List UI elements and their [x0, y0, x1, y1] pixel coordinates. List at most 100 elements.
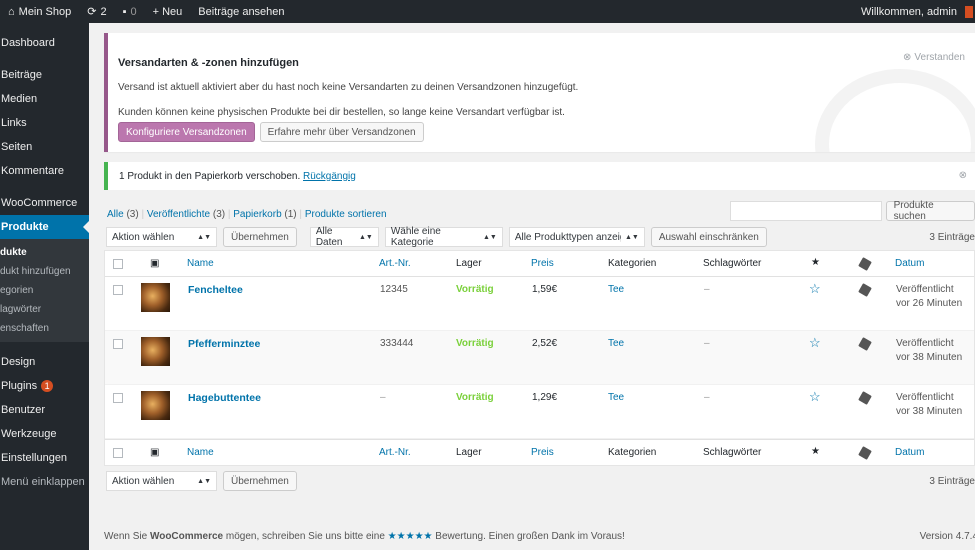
menu-collapse[interactable]: Menü einklappen: [0, 470, 89, 494]
view-all[interactable]: Alle: [107, 209, 124, 220]
submenu-all-products[interactable]: dukte: [0, 243, 89, 262]
category-link[interactable]: Tee: [608, 284, 624, 295]
close-icon[interactable]: ⊗: [959, 170, 967, 181]
rating-stars-link[interactable]: ★★★★★: [388, 531, 433, 542]
filter-button[interactable]: Auswahl einschränken: [650, 227, 767, 247]
bulk-action-select-bottom[interactable]: Aktion wählen ▲▼: [106, 471, 217, 491]
version-text: Version 4.7.4: [919, 531, 975, 542]
new-menu[interactable]: + Neu: [145, 0, 191, 23]
row-checkbox[interactable]: [113, 285, 123, 295]
admin-bar: ⌂ Mein Shop ⟳ 2 ▪ 0 + Neu Beiträge anseh…: [0, 0, 975, 23]
product-type-select[interactable]: Alle Produkttypen anzeigen▲▼: [508, 227, 645, 247]
product-name-link[interactable]: Hagebuttentee: [188, 392, 261, 404]
chevron-updown-icon: ▲▼: [197, 233, 211, 241]
menu-pages[interactable]: Seiten: [0, 135, 89, 159]
woocommerce-watermark-icon: [815, 69, 975, 152]
separator: |: [141, 209, 145, 220]
comments-menu[interactable]: ▪ 0: [115, 0, 145, 23]
menu-woocommerce[interactable]: WooCommerce: [0, 191, 89, 215]
table-header: ▣ Name Art.-Nr. Lager Preis Kategorien S…: [105, 251, 974, 277]
search-input[interactable]: [730, 201, 882, 221]
menu-links[interactable]: Links: [0, 111, 89, 135]
featured-column-icon[interactable]: ★: [811, 446, 820, 457]
menu-posts[interactable]: Beiträge: [0, 63, 89, 87]
bulk-action-select[interactable]: Aktion wählen ▲▼: [106, 227, 217, 247]
select-all-checkbox[interactable]: [113, 259, 123, 269]
column-sku[interactable]: Art.-Nr.: [379, 258, 411, 269]
column-date[interactable]: Datum: [895, 447, 924, 458]
view-trash[interactable]: Papierkorb: [233, 209, 281, 220]
category-link[interactable]: Tee: [608, 392, 624, 403]
product-thumbnail[interactable]: [141, 337, 170, 366]
submenu-add-product[interactable]: dukt hinzufügen: [0, 262, 89, 281]
product-status: Veröffentlicht: [896, 284, 954, 295]
row-checkbox[interactable]: [113, 393, 123, 403]
account-menu[interactable]: Willkommen, admin: [853, 0, 975, 23]
apply-bulk-button-bottom[interactable]: Übernehmen: [223, 471, 297, 491]
dismiss-link[interactable]: ⊗ Verstanden: [903, 52, 965, 63]
featured-star-icon[interactable]: ☆: [809, 281, 821, 297]
product-ago: vor 38 Minuten: [896, 352, 963, 363]
updates-menu[interactable]: ⟳ 2: [79, 0, 114, 23]
comment-icon: ▪: [122, 5, 127, 18]
product-date: Veröffentlicht vor 38 Minuten: [896, 391, 962, 419]
menu-design[interactable]: Design: [0, 350, 89, 374]
category-filter-select[interactable]: Wähle eine Kategorie ▲▼: [384, 226, 503, 248]
site-menu[interactable]: ⌂ Mein Shop: [0, 0, 79, 23]
learn-shipping-button[interactable]: Erfahre mehr über Versandzonen: [259, 122, 424, 142]
view-published[interactable]: Veröffentlichte: [147, 209, 210, 220]
menu-products[interactable]: Produkte: [0, 215, 89, 239]
view-posts-link[interactable]: Beiträge ansehen: [190, 0, 292, 23]
apply-bulk-button[interactable]: Übernehmen: [223, 227, 297, 247]
menu-plugins-label: Plugins: [1, 380, 38, 392]
product-name-link[interactable]: Fencheltee: [188, 284, 243, 296]
submenu-categories[interactable]: egorien: [0, 281, 89, 300]
product-type-column-icon: [858, 257, 872, 271]
menu-tools[interactable]: Werkzeuge: [0, 422, 89, 446]
select-all-checkbox[interactable]: [113, 448, 123, 458]
column-date[interactable]: Datum: [895, 258, 924, 269]
date-filter-select[interactable]: Alle Daten ▲▼: [309, 226, 379, 248]
submenu-tags[interactable]: lagwörter: [0, 300, 89, 319]
view-filters: Alle (3) | Veröffentlichte (3) | Papierk…: [107, 209, 387, 220]
menu-comments[interactable]: Kommentare: [0, 159, 89, 183]
menu-users[interactable]: Benutzer: [0, 398, 89, 422]
category-link[interactable]: Tee: [608, 338, 624, 349]
footer-brand: WooCommerce: [149, 531, 224, 542]
submenu-attributes[interactable]: enschaften: [0, 319, 89, 338]
product-price: 2,52€: [532, 338, 558, 349]
product-tags: –: [704, 392, 710, 403]
menu-media[interactable]: Medien: [0, 87, 89, 111]
undo-link[interactable]: Rückgängig: [303, 171, 356, 182]
table-row: Fencheltee 12345 Vorrätig 1,59€ Tee – ☆ …: [105, 277, 974, 331]
product-sku: 12345: [380, 284, 408, 295]
configure-shipping-button[interactable]: Konfiguriere Versandzonen: [118, 122, 255, 142]
featured-star-icon[interactable]: ☆: [809, 389, 821, 405]
product-name-link[interactable]: Pfefferminztee: [188, 338, 260, 350]
admin-footer: Wenn Sie WooCommerce mögen, schreiben Si…: [104, 531, 975, 542]
plugins-update-badge: 1: [41, 380, 54, 392]
column-stock: Lager: [456, 258, 482, 269]
column-price[interactable]: Preis: [531, 258, 554, 269]
featured-column-icon[interactable]: ★: [811, 257, 820, 268]
product-tags: –: [704, 338, 710, 349]
column-price[interactable]: Preis: [531, 447, 554, 458]
featured-star-icon[interactable]: ☆: [809, 335, 821, 351]
updates-count: 2: [100, 5, 107, 18]
menu-settings[interactable]: Einstellungen: [0, 446, 89, 470]
search-products-button[interactable]: Produkte suchen: [885, 200, 975, 222]
shipping-notice-line2: Kunden können keine physischen Produkte …: [118, 107, 565, 118]
stock-status: Vorrätig: [456, 392, 494, 403]
tablenav-top: Aktion wählen ▲▼ Übernehmen Alle Daten ▲▼ …: [106, 226, 767, 248]
product-thumbnail[interactable]: [141, 391, 170, 420]
menu-dashboard[interactable]: Dashboard: [0, 31, 89, 55]
column-sku[interactable]: Art.-Nr.: [379, 447, 411, 458]
column-tags: Schlagwörter: [703, 447, 762, 458]
product-thumbnail[interactable]: [141, 283, 170, 312]
sort-products-link[interactable]: Produkte sortieren: [305, 209, 387, 220]
column-name[interactable]: Name: [187, 447, 214, 458]
row-checkbox[interactable]: [113, 339, 123, 349]
menu-plugins[interactable]: Plugins 1: [0, 374, 89, 398]
column-name[interactable]: Name: [187, 258, 214, 269]
bulk-action-value: Aktion wählen: [112, 231, 175, 243]
